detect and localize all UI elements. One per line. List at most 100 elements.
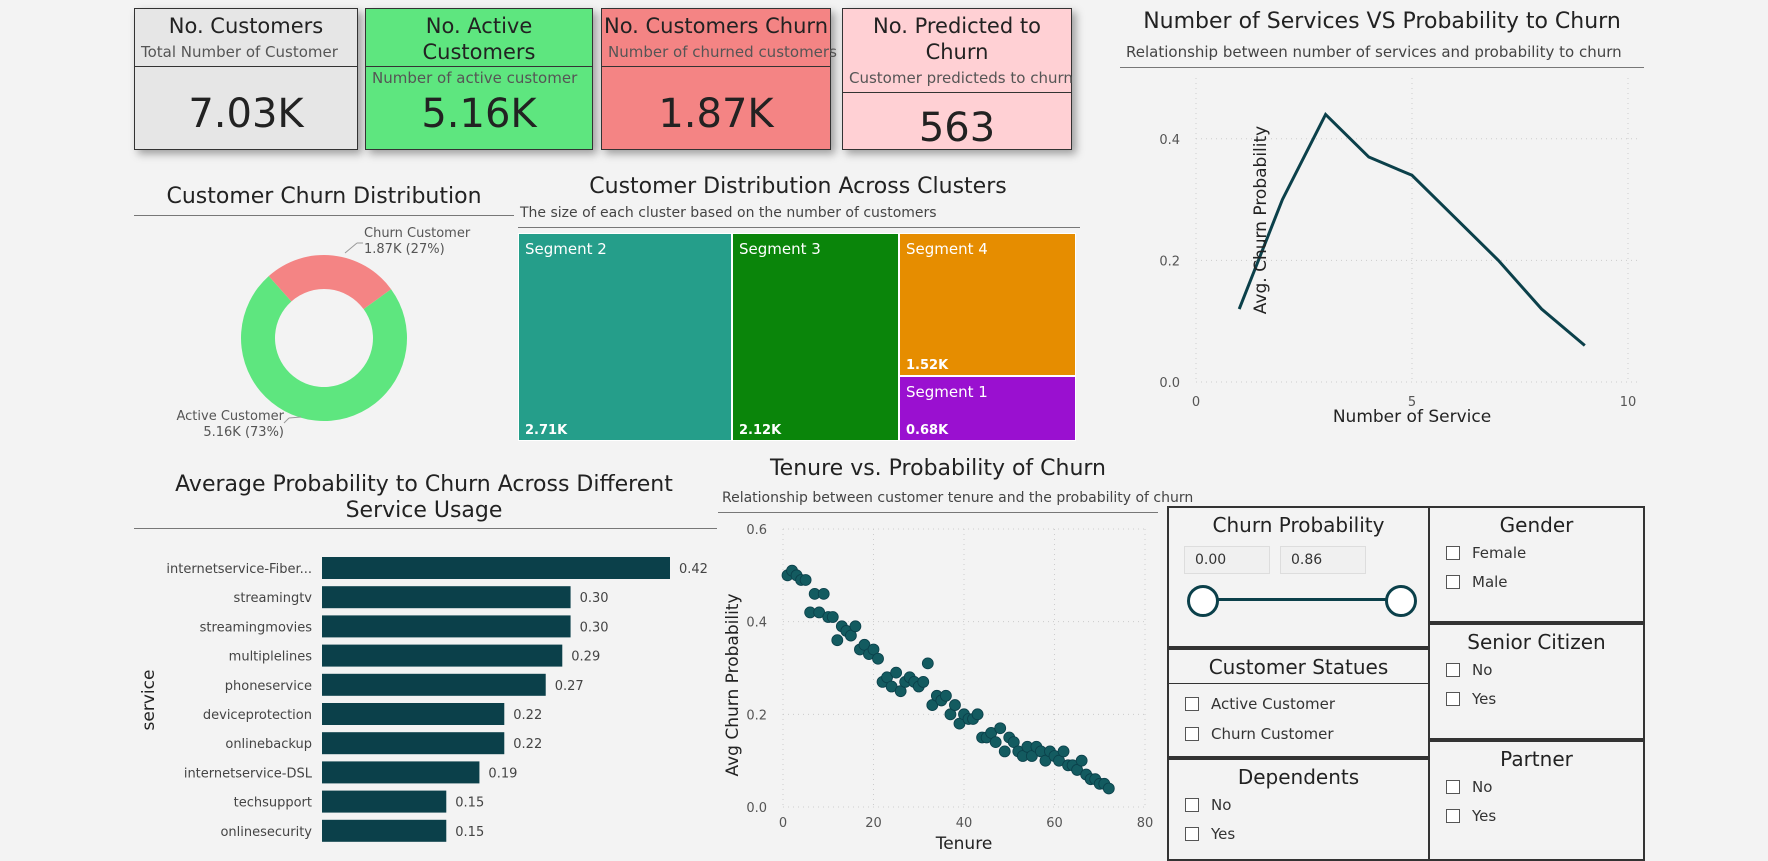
partner-option-no[interactable]: No — [1446, 778, 1492, 796]
scatter-point — [817, 587, 830, 600]
x-tick-label: 20 — [865, 816, 882, 831]
senior-option-no[interactable]: No — [1446, 661, 1492, 679]
partner-slicer: Partner No Yes — [1428, 740, 1645, 861]
slicer-title: Partner — [1500, 747, 1573, 771]
donut-label-churn: Churn Customer — [364, 226, 471, 241]
scatter-point — [1075, 754, 1088, 767]
line-chart-subtitle: Relationship between number of services … — [1126, 43, 1622, 61]
senior-option-yes[interactable]: Yes — [1446, 690, 1496, 708]
partner-option-yes[interactable]: Yes — [1446, 807, 1496, 825]
bar-value-label: 0.30 — [580, 620, 609, 635]
max-value-input[interactable]: 0.86 — [1280, 546, 1366, 574]
x-tick-label: 0 — [779, 816, 787, 831]
checkbox[interactable] — [1185, 798, 1199, 812]
treemap-segment[interactable]: Segment 1 0.68K — [899, 376, 1076, 441]
scatter-point — [849, 620, 862, 633]
slider-max-handle[interactable] — [1385, 585, 1417, 617]
checkbox[interactable] — [1446, 663, 1460, 677]
kpi-subtitle: Number of churned customers — [608, 43, 837, 61]
bar-value-label: 0.15 — [455, 825, 484, 840]
dependents-option-yes[interactable]: Yes — [1185, 825, 1235, 843]
scatter-ylabel: Avg Churn Probability — [723, 593, 743, 776]
status-option-active[interactable]: Active Customer — [1185, 695, 1335, 713]
checkbox[interactable] — [1446, 575, 1460, 589]
bar — [322, 644, 563, 667]
slider-min-handle[interactable] — [1187, 585, 1219, 617]
y-tick-label: 0.4 — [1159, 133, 1180, 148]
kpi-subtitle: Number of active customer — [372, 69, 578, 87]
bar-ylabel: service — [139, 670, 159, 731]
donut-value-active: 5.16K (73%) — [203, 425, 284, 440]
min-value-input[interactable]: 0.00 — [1184, 546, 1270, 574]
x-tick-label: 0 — [1192, 395, 1200, 410]
checkbox[interactable] — [1446, 809, 1460, 823]
treemap-segment[interactable]: Segment 3 2.12K — [732, 233, 899, 441]
scatter-title: Tenure vs. Probability of Churn — [769, 456, 1106, 481]
slicer-title: Customer Statues — [1208, 655, 1389, 679]
scatter-point — [831, 634, 844, 647]
checkbox[interactable] — [1185, 697, 1199, 711]
checkbox[interactable] — [1446, 780, 1460, 794]
scatter-point — [949, 699, 961, 711]
gender-option-male[interactable]: Male — [1446, 573, 1508, 591]
kpi-value: 563 — [918, 105, 996, 151]
bar — [322, 819, 447, 842]
checkbox[interactable] — [1185, 727, 1199, 741]
kpi-title: No. Predicted to Churn — [873, 14, 1041, 64]
donut-title: Customer Churn Distribution — [166, 184, 482, 209]
scatter-point — [989, 736, 1002, 749]
checkbox[interactable] — [1446, 546, 1460, 560]
tenure-scatter-chart: 0.0 0.2 0.4 0.6 0 20 40 60 80 Avg Churn Probabil… — [723, 523, 1153, 854]
scatter-point — [826, 611, 839, 623]
checkbox[interactable] — [1185, 827, 1199, 841]
x-tick-label: 60 — [1046, 816, 1063, 831]
scatter-point — [921, 657, 934, 670]
y-tick-label: 0.2 — [746, 708, 767, 723]
bar — [322, 761, 480, 784]
y-tick-label: 0.0 — [1159, 376, 1180, 391]
bar — [322, 615, 571, 638]
donut-label-active: Active Customer — [177, 409, 285, 424]
bar — [322, 557, 670, 579]
churn-donut-chart: Churn Customer 1.87K (27%) Active Custom… — [177, 226, 471, 440]
bar-value-label: 0.27 — [555, 679, 584, 694]
kpi-value: 1.87K — [658, 91, 774, 137]
bar-category-label: onlinesecurity — [220, 825, 312, 840]
treemap-subtitle: The size of each cluster based on the nu… — [520, 205, 937, 221]
status-option-churn[interactable]: Churn Customer — [1185, 725, 1334, 743]
bar-category-label: multiplelines — [229, 650, 313, 665]
bar — [322, 703, 505, 725]
gender-option-female[interactable]: Female — [1446, 544, 1526, 562]
kpi-churned-customers: No. Customers Churn Number of churned cu… — [601, 8, 837, 150]
x-tick-label: 40 — [956, 816, 973, 831]
donut-slice — [241, 276, 407, 421]
donut-value-churn: 1.87K (27%) — [364, 242, 445, 257]
treemap-segment[interactable]: Segment 2 2.71K — [518, 233, 732, 441]
slicer-title: Dependents — [1237, 765, 1360, 789]
bar-category-label: internetservice-Fiber... — [166, 562, 312, 577]
treemap-title: Customer Distribution Across Clusters — [589, 174, 1007, 199]
scatter-point — [872, 652, 884, 665]
bar-chart-title: Average Probability to Churn Across Diff… — [175, 472, 673, 523]
slider-track[interactable] — [1203, 598, 1397, 601]
dependents-option-no[interactable]: No — [1185, 796, 1231, 814]
line-xlabel: Number of Service — [1333, 407, 1491, 427]
scatter-point — [998, 745, 1011, 758]
scatter-xlabel: Tenure — [935, 834, 993, 854]
scatter-point — [939, 689, 952, 702]
dependents-slicer: Dependents No Yes — [1167, 758, 1430, 861]
scatter-point — [1102, 782, 1115, 795]
bar-category-label: techsupport — [234, 796, 312, 811]
gender-slicer: Gender Female Male — [1428, 506, 1645, 623]
line-chart-title: Number of Services VS Probability to Chu… — [1143, 9, 1621, 34]
bar-category-label: internetservice-DSL — [184, 766, 313, 781]
cluster-treemap: Segment 2 2.71K Segment 3 2.12K Segment 41… — [518, 233, 1076, 441]
checkbox[interactable] — [1446, 692, 1460, 706]
bar-category-label: deviceprotection — [203, 708, 312, 723]
kpi-title: No. Customers Churn — [603, 14, 829, 38]
churn-probability-slicer: Churn Probability 0.00 0.86 — [1167, 506, 1430, 648]
treemap-segment[interactable]: Segment 4 1.52K — [899, 233, 1076, 376]
services-line-chart: 0.00.20.40 5 10 Avg. Churn Probability Num… — [1159, 78, 1640, 427]
kpi-subtitle: Total Number of Customer — [141, 43, 338, 61]
bar-category-label: phoneservice — [225, 679, 312, 694]
